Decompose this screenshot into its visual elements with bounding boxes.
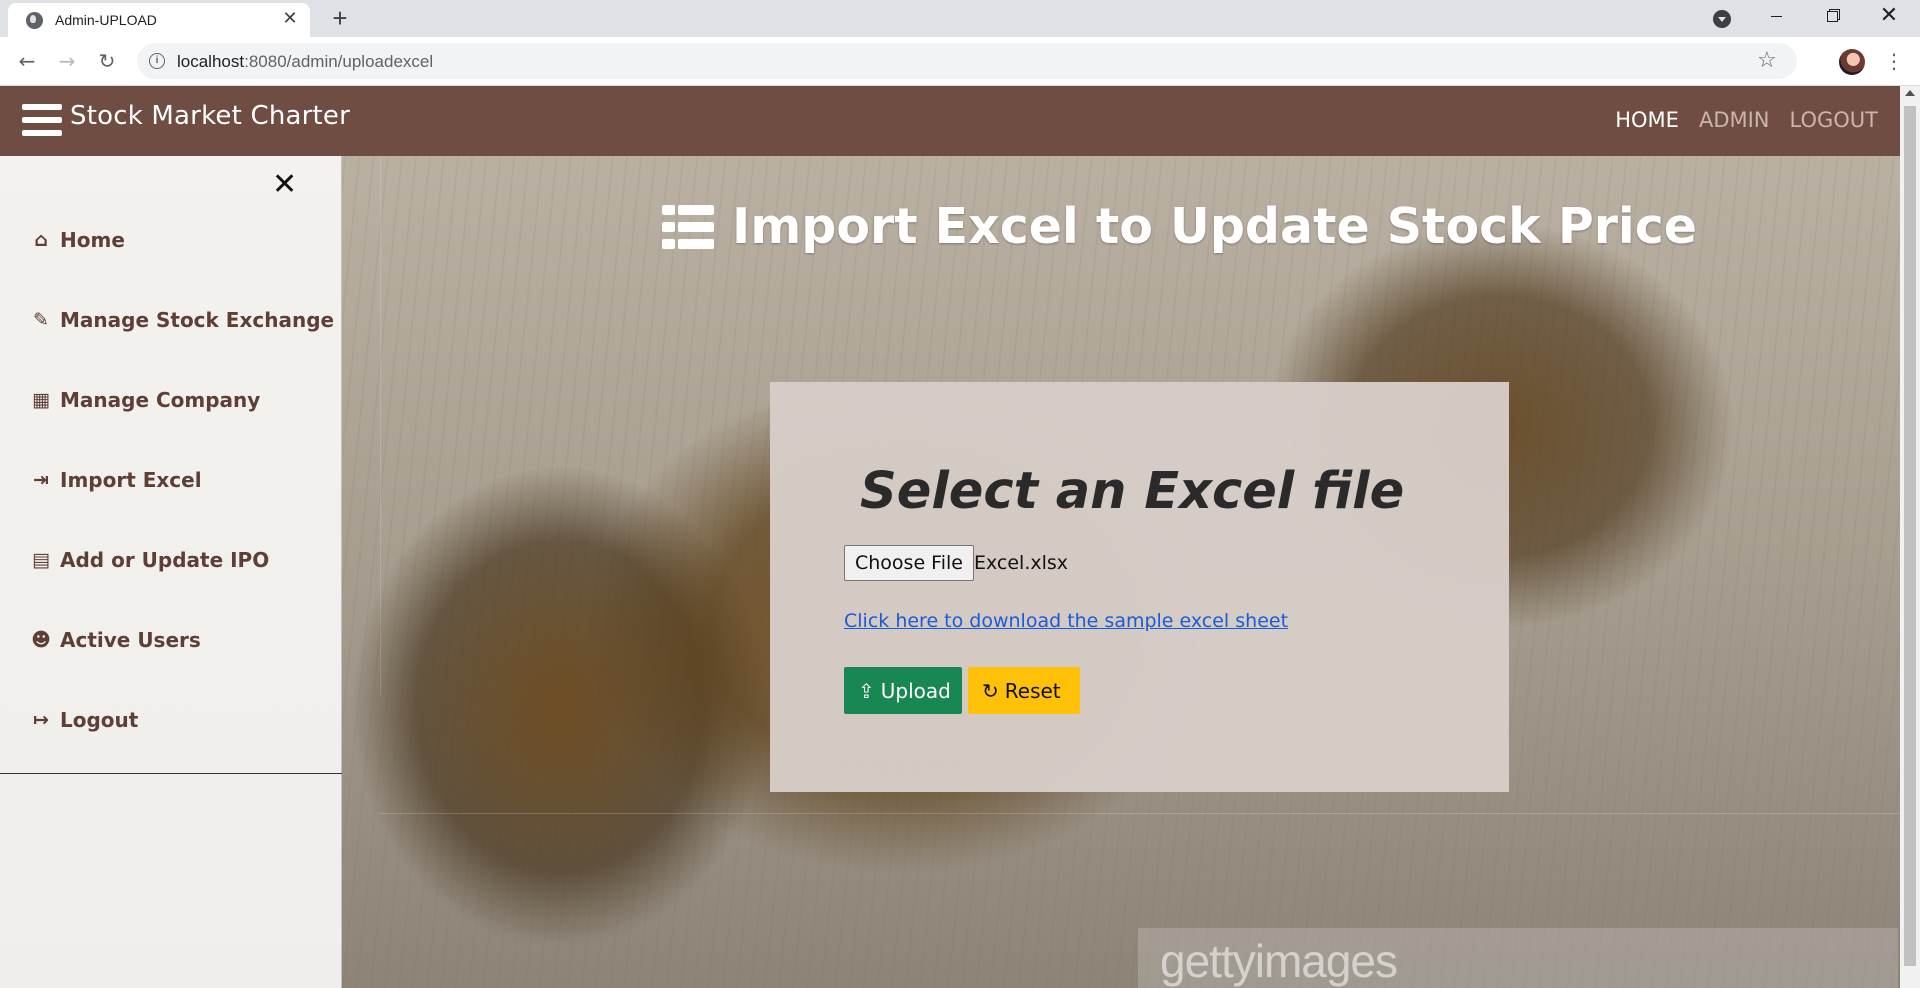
sidebar-item-manage-company[interactable]: ▦ Manage Company	[30, 388, 260, 412]
file-upload-icon: ⇪	[858, 678, 875, 703]
sidebar-item-import-excel[interactable]: ⇥ Import Excel	[30, 468, 202, 492]
nav-logout-link[interactable]: LOGOUT	[1790, 108, 1878, 132]
forward-arrow-icon[interactable]: →	[53, 47, 81, 75]
sidebar-close-icon[interactable]: ✕	[272, 170, 297, 200]
background-divider	[380, 813, 1920, 814]
restore-icon[interactable]	[1810, 0, 1856, 34]
sidebar: ✕ ⌂ Home ✎ Manage Stock Exchange ▦ Manag…	[0, 156, 342, 988]
app-viewport: Stock Market Charter HOME ADMIN LOGOUT ✕…	[0, 86, 1920, 988]
tab-title: Admin-UPLOAD	[55, 12, 157, 28]
users-icon: ☻	[31, 629, 51, 651]
background-vertical-line	[380, 156, 381, 696]
sidebar-item-active-users[interactable]: ☻ Active Users	[30, 628, 201, 652]
browser-tab-strip: Admin-UPLOAD ✕ + ✕	[0, 0, 1920, 37]
sidebar-item-label: Import Excel	[60, 468, 202, 492]
browser-tab[interactable]: Admin-UPLOAD ✕	[8, 3, 310, 37]
home-icon: ⌂	[34, 229, 48, 251]
sidebar-item-label: Add or Update IPO	[60, 548, 270, 572]
hamburger-menu-icon[interactable]	[22, 104, 62, 138]
browser-toolbar: ← → ↻ i localhost:8080/admin/uploadexcel…	[0, 37, 1920, 86]
nav-links: HOME ADMIN LOGOUT	[1615, 108, 1878, 132]
profile-avatar[interactable]	[1839, 49, 1865, 75]
watermark-text: gettyimages	[1160, 935, 1398, 987]
page-heading: Import Excel to Update Stock Price	[662, 198, 1697, 255]
window-close-icon[interactable]: ✕	[1866, 0, 1912, 34]
sidebar-item-label: Manage Stock Exchange	[60, 308, 335, 332]
file-import-icon: ⇥	[33, 469, 49, 491]
redo-icon: ↻	[982, 678, 999, 703]
choose-file-button[interactable]: Choose File	[844, 545, 974, 581]
sidebar-item-home[interactable]: ⌂ Home	[30, 228, 125, 252]
more-menu-icon[interactable]: ⋮	[1884, 47, 1904, 75]
info-icon[interactable]: i	[149, 53, 165, 69]
download-sample-link[interactable]: Click here to download the sample excel …	[844, 610, 1288, 632]
building-icon: ▦	[32, 389, 50, 411]
reset-label: Reset	[1004, 678, 1061, 703]
sidebar-item-add-update-ipo[interactable]: ▤ Add or Update IPO	[30, 548, 269, 572]
stock-photo-watermark: gettyimages	[1138, 928, 1898, 988]
globe-icon	[26, 12, 43, 29]
nav-admin-link[interactable]: ADMIN	[1699, 108, 1770, 132]
page-title: Import Excel to Update Stock Price	[732, 198, 1697, 255]
reload-icon[interactable]: ↻	[93, 47, 121, 75]
upload-card: Select an Excel file Choose File Excel.x…	[770, 382, 1509, 792]
sidebar-item-label: Active Users	[60, 628, 201, 652]
card-title: Select an Excel file	[860, 462, 1405, 521]
sidebar-item-label: Logout	[60, 708, 139, 732]
sidebar-item-logout[interactable]: ↦ Logout	[30, 708, 138, 732]
tab-close-icon[interactable]: ✕	[280, 9, 300, 29]
new-tab-icon[interactable]: +	[326, 4, 354, 32]
reset-button[interactable]: ↻ Reset	[968, 667, 1080, 714]
url-text: localhost:8080/admin/uploadexcel	[177, 52, 434, 71]
top-navbar: Stock Market Charter HOME ADMIN LOGOUT	[0, 86, 1920, 156]
sidebar-item-label: Manage Company	[60, 388, 261, 412]
nav-home-link[interactable]: HOME	[1615, 108, 1679, 132]
sign-out-icon: ↦	[33, 709, 49, 731]
back-arrow-icon[interactable]: ←	[13, 47, 41, 75]
tab-search-icon[interactable]	[1713, 10, 1731, 28]
address-bar[interactable]: i localhost:8080/admin/uploadexcel ☆	[137, 43, 1797, 79]
edit-icon: ✎	[33, 309, 49, 331]
minimize-icon[interactable]	[1754, 0, 1800, 34]
table-list-icon	[662, 204, 714, 249]
sidebar-divider	[0, 773, 342, 774]
clipboard-icon: ▤	[32, 549, 50, 571]
scrollbar-thumb[interactable]	[1904, 106, 1916, 966]
scroll-up-icon[interactable]	[1905, 90, 1915, 96]
bookmark-star-icon[interactable]: ☆	[1757, 48, 1777, 73]
upload-button[interactable]: ⇪ Upload	[844, 667, 962, 714]
selected-file-name: Excel.xlsx	[974, 552, 1069, 574]
page-scrollbar[interactable]	[1900, 86, 1920, 988]
sidebar-item-manage-stock-exchange[interactable]: ✎ Manage Stock Exchange	[30, 308, 334, 332]
upload-label: Upload	[880, 678, 951, 703]
brand-title[interactable]: Stock Market Charter	[70, 101, 350, 131]
sidebar-item-label: Home	[60, 228, 125, 252]
